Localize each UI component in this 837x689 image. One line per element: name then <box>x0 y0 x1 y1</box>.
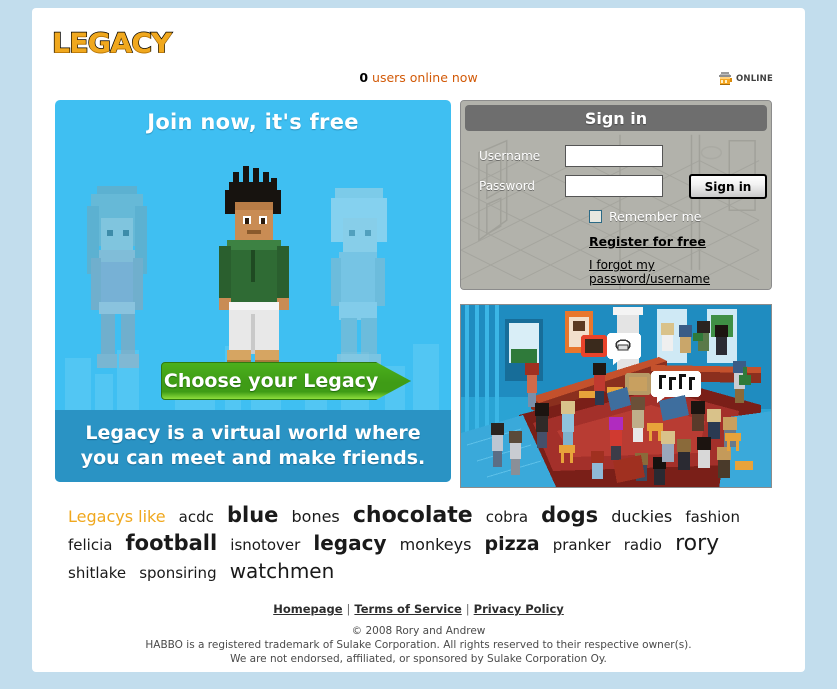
tag-item[interactable]: duckies <box>611 507 672 526</box>
avatar-ghost-left <box>87 186 147 368</box>
tag-item[interactable]: bones <box>292 507 340 526</box>
tag-item[interactable]: monkeys <box>400 535 472 554</box>
footer-link-privacy-policy[interactable]: Privacy Policy <box>474 602 564 616</box>
online-badge-label: ONLINE <box>735 74 773 84</box>
users-online-label: users online now <box>372 70 478 85</box>
users-online-count: 0 <box>359 70 369 85</box>
footer-separator: | <box>346 602 351 616</box>
footer: Homepage | Terms of Service | Privacy Policy… <box>32 602 805 666</box>
tag-item[interactable]: radio <box>624 536 662 554</box>
tag-item[interactable]: chocolate <box>353 503 473 528</box>
tag-cloud-heading: Legacys like <box>68 507 166 526</box>
tag-item[interactable]: fashion <box>685 508 740 526</box>
forgot-password-link[interactable]: I forgot my password/username <box>589 258 771 286</box>
tag-item[interactable]: sponsiring <box>139 564 216 582</box>
cta-label: Choose your Legacy <box>163 370 379 392</box>
virtual-room-screenshot[interactable] <box>460 304 772 488</box>
username-label: Username <box>479 149 541 163</box>
site-logo[interactable]: LEGACY <box>51 27 172 59</box>
username-row: Username <box>479 145 663 167</box>
mug-online-icon <box>717 70 735 88</box>
password-row: Password <box>479 175 663 197</box>
footer-link-terms-of-service[interactable]: Terms of Service <box>354 602 461 616</box>
tag-item[interactable]: cobra <box>486 508 528 526</box>
signin-panel: Sign in Username Password Sign in Rememb… <box>460 100 772 290</box>
footer-link-homepage[interactable]: Homepage <box>273 602 342 616</box>
promo-tagline-text: Legacy is a virtual world where you can … <box>80 422 426 469</box>
remember-me-checkbox[interactable] <box>589 210 602 223</box>
tag-item[interactable]: felicia <box>68 536 112 554</box>
footer-links: Homepage | Terms of Service | Privacy Policy <box>32 602 805 616</box>
tag-cloud: Legacys like acdc blue bones chocolate c… <box>68 502 768 586</box>
footer-legal: © 2008 Rory and Andrew HABBO is a regist… <box>32 624 805 666</box>
promo-panel: Join now, it's free Choose your Legacy L… <box>55 100 451 482</box>
content-card: LEGACY 0 users online now ONLINE Join no… <box>32 8 805 672</box>
footer-separator: | <box>465 602 470 616</box>
tag-item[interactable]: football <box>126 531 218 555</box>
choose-your-legacy-button[interactable]: Choose your Legacy <box>161 362 411 400</box>
password-label: Password <box>479 179 536 193</box>
tag-item[interactable]: dogs <box>541 503 598 527</box>
page-background: LEGACY 0 users online now ONLINE Join no… <box>0 0 837 689</box>
remember-me-label: Remember me <box>609 209 702 224</box>
promo-headline: Join now, it's free <box>147 110 359 134</box>
footer-trademark: HABBO is a registered trademark of Sulak… <box>145 639 692 651</box>
tag-item[interactable]: legacy <box>313 531 386 555</box>
remember-me-row: Remember me <box>589 209 701 224</box>
footer-copyright: © 2008 Rory and Andrew <box>351 625 486 637</box>
tag-item[interactable]: watchmen <box>230 559 335 583</box>
signin-header: Sign in <box>465 105 767 131</box>
tag-item[interactable]: rory <box>675 531 719 556</box>
footer-disclaimer: We are not endorsed, affiliated, or spon… <box>230 653 607 665</box>
signin-title: Sign in <box>584 108 648 128</box>
avatar-ghost-right <box>331 188 387 368</box>
tag-item[interactable]: isnotover <box>230 536 300 554</box>
signin-submit-button[interactable]: Sign in <box>689 174 767 199</box>
tag-item[interactable]: pranker <box>553 536 611 554</box>
online-badge[interactable]: ONLINE <box>717 70 773 88</box>
tag-item[interactable]: blue <box>227 503 278 527</box>
users-online-status: 0 users online now <box>32 70 805 85</box>
password-input[interactable] <box>565 175 663 197</box>
tag-item[interactable]: acdc <box>179 508 214 526</box>
username-input[interactable] <box>565 145 663 167</box>
tag-item[interactable]: shitlake <box>68 564 126 582</box>
tag-item[interactable]: pizza <box>485 533 540 555</box>
register-for-free-link[interactable]: Register for free <box>589 234 706 249</box>
promo-tagline-bar: Legacy is a virtual world where you can … <box>55 410 451 482</box>
